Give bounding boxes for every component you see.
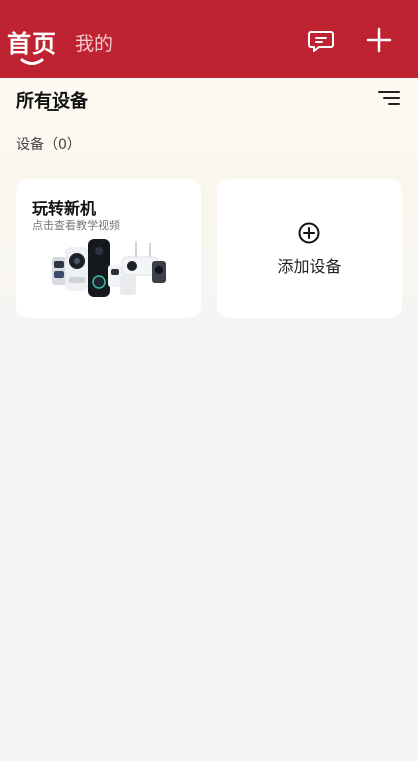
top-bar: 首页 我的 (0, 0, 418, 78)
card-subtitle: 点击查看教学视频 (32, 219, 120, 232)
message-icon[interactable] (307, 27, 335, 55)
newbie-guide-card[interactable]: 玩转新机 点击查看教学视频 (16, 179, 201, 318)
tab-mine[interactable]: 我的 (75, 29, 113, 56)
sort-icon[interactable] (378, 89, 400, 107)
add-circle-icon (298, 222, 320, 244)
add-device-label: 添加设备 (277, 257, 342, 276)
device-count-label: 设备（0） (16, 137, 81, 153)
camera-products-image (52, 239, 166, 297)
section-underline (47, 109, 59, 111)
card-title: 玩转新机 (32, 199, 97, 218)
plus-icon[interactable] (365, 26, 393, 54)
tab-indicator-icon (20, 58, 44, 65)
tab-home[interactable]: 首页 (7, 24, 57, 59)
add-device-card[interactable]: 添加设备 (217, 179, 402, 318)
